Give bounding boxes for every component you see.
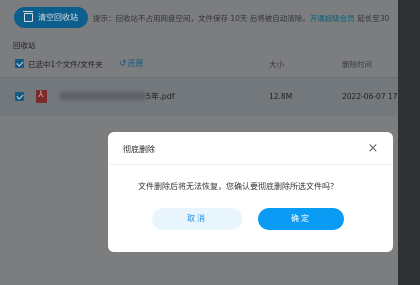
cancel-button[interactable]: 取消 <box>152 208 242 230</box>
permanent-delete-dialog: 彻底删除 × 文件删除后将无法恢复，您确认要彻底删除所选文件吗？ 取消 确定 <box>108 132 393 252</box>
section-title: 回收站 <box>13 41 36 50</box>
restore-button[interactable]: ↺还原 <box>119 58 144 69</box>
restore-icon: ↺ <box>119 59 127 69</box>
file-size: 12.8M <box>269 92 293 101</box>
tip-suffix: 延长至30 <box>354 14 390 23</box>
dialog-title: 彻底删除 <box>123 145 155 154</box>
clear-recycle-bin-button[interactable]: 清空回收站 <box>14 7 88 28</box>
trash-icon <box>23 11 33 22</box>
pdf-file-icon <box>36 90 47 103</box>
tip-text: 提示：回收站不占用网盘空间，文件保存 10天 后将被自动清除。 <box>93 14 310 23</box>
close-icon[interactable]: × <box>365 141 381 157</box>
file-deleted-time: 2022-06-07 17 <box>342 92 398 101</box>
restore-label: 还原 <box>127 59 144 68</box>
dialog-divider <box>108 164 393 165</box>
column-header-size[interactable]: 大小 <box>269 59 284 70</box>
confirm-button[interactable]: 确定 <box>258 208 344 230</box>
column-header-deleted-time[interactable]: 删除时间 <box>342 59 372 70</box>
row-checkbox[interactable] <box>15 92 24 101</box>
dialog-message: 文件删除后将无法恢复，您确认要彻底删除所选文件吗？ <box>138 182 338 191</box>
file-name[interactable]: 5年.pdf <box>146 91 175 102</box>
blurred-file-name <box>60 92 146 100</box>
selected-count-text: 已选中1个文件/文件夹 <box>28 60 103 69</box>
page-scrollbar[interactable] <box>398 0 420 285</box>
select-all-checkbox[interactable] <box>15 59 24 68</box>
vip-upgrade-link[interactable]: 开通超级会员 <box>310 14 355 23</box>
retention-tip: 提示：回收站不占用网盘空间，文件保存 10天 后将被自动清除。开通超级会员 延长… <box>93 13 389 24</box>
clear-recycle-bin-label: 清空回收站 <box>38 13 78 22</box>
